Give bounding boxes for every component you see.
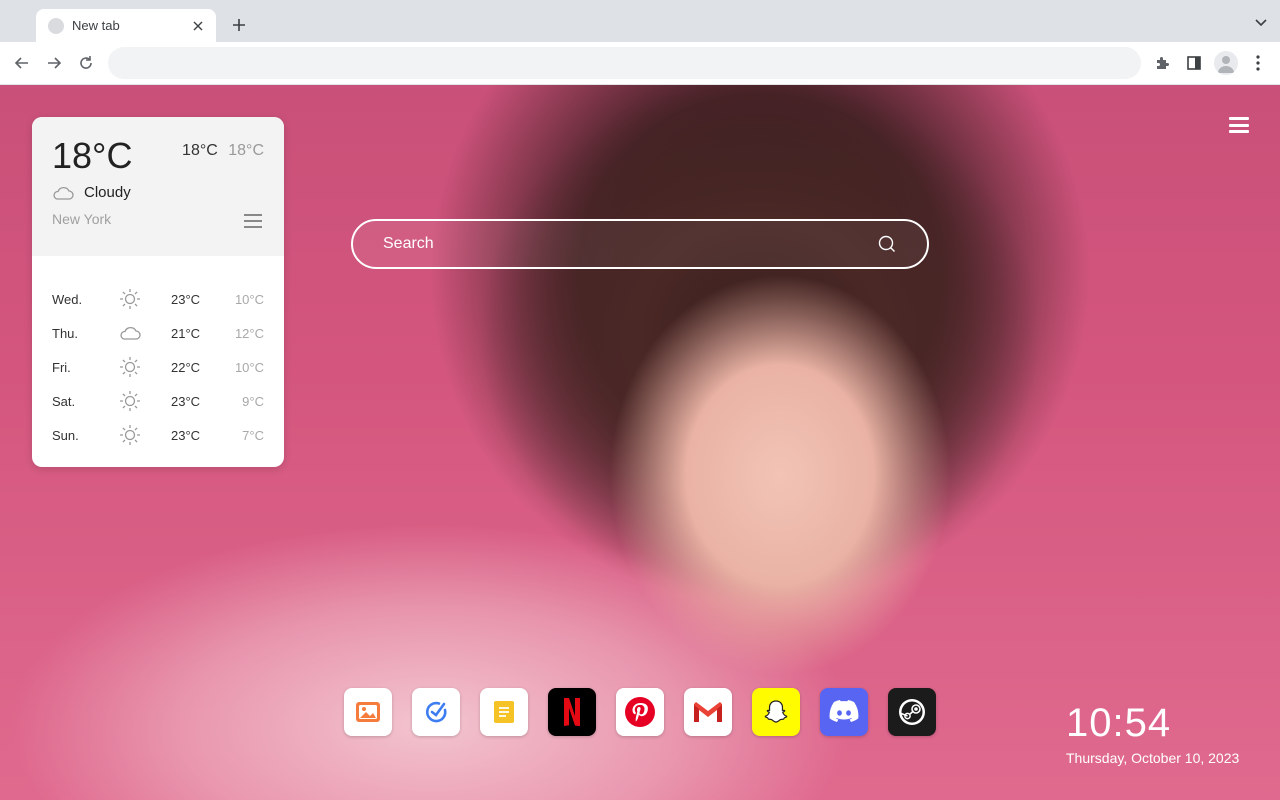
weather-city: New York <box>52 211 112 227</box>
forecast-row: Fri. 22°C 10°C <box>32 350 284 384</box>
back-arrow-icon[interactable] <box>11 52 33 74</box>
forecast-high: 22°C <box>171 359 201 375</box>
side-panel-icon[interactable] <box>1183 52 1205 74</box>
snapchat-icon[interactable] <box>752 688 800 736</box>
sun-icon <box>118 355 142 379</box>
weather-widget: 18°C 18°C 18°C Cloudy New York Wed. 23°C… <box>32 117 284 467</box>
app-dock <box>344 688 936 736</box>
tab-close-icon[interactable] <box>190 18 206 34</box>
gmail-icon[interactable] <box>684 688 732 736</box>
current-temperature: 18°C <box>52 135 133 176</box>
condition-label: Cloudy <box>84 184 131 201</box>
forecast-high: 23°C <box>171 427 201 443</box>
forecast-high: 21°C <box>171 325 201 341</box>
forward-arrow-icon[interactable] <box>43 52 65 74</box>
browser-toolbar <box>0 42 1280 85</box>
forecast-day: Sat. <box>52 393 76 409</box>
forecast-row: Thu. 21°C 12°C <box>32 316 284 350</box>
forecast-low: 12°C <box>234 325 264 341</box>
tab-strip: New tab <box>0 0 1280 42</box>
task-check-icon[interactable] <box>412 688 460 736</box>
forecast-low: 9°C <box>242 393 264 409</box>
forecast-day: Thu. <box>52 325 79 341</box>
steam-icon[interactable] <box>888 688 936 736</box>
tab-title: New tab <box>72 18 120 33</box>
cloud-icon <box>118 321 142 345</box>
weather-current: 18°C 18°C 18°C Cloudy New York <box>32 117 284 256</box>
forecast-low: 7°C <box>242 427 264 443</box>
search-box <box>351 219 929 269</box>
pinterest-icon[interactable] <box>616 688 664 736</box>
forecast-row: Wed. 23°C 10°C <box>32 282 284 316</box>
new-tab-icon[interactable] <box>228 14 250 36</box>
weather-menu-icon[interactable] <box>244 213 262 229</box>
photos-icon[interactable] <box>344 688 392 736</box>
search-input[interactable] <box>383 235 877 253</box>
profile-avatar-icon[interactable] <box>1214 51 1238 75</box>
sun-icon <box>118 423 142 447</box>
clock-time: 10:54 <box>1066 701 1172 745</box>
forecast-row: Sat. 23°C 9°C <box>32 384 284 418</box>
reload-icon[interactable] <box>75 52 97 74</box>
forecast-low: 10°C <box>234 291 264 307</box>
chevron-down-icon[interactable] <box>1252 14 1270 32</box>
forecast-low: 10°C <box>234 359 264 375</box>
today-low: 18°C <box>228 142 264 159</box>
search-icon[interactable] <box>877 234 897 254</box>
clock-widget: 10:54 Thursday, October 10, 2023 <box>1066 700 1239 766</box>
tab-new-tab[interactable]: New tab <box>36 9 216 42</box>
forecast-day: Wed. <box>52 291 83 307</box>
address-bar[interactable] <box>108 47 1141 79</box>
sun-icon <box>118 389 142 413</box>
forecast-day: Fri. <box>52 359 71 375</box>
tab-favicon-icon <box>48 17 64 34</box>
extensions-puzzle-icon[interactable] <box>1151 52 1173 74</box>
weather-condition: Cloudy <box>52 184 131 201</box>
notes-icon[interactable] <box>480 688 528 736</box>
netflix-icon[interactable] <box>548 688 596 736</box>
sun-icon <box>118 287 142 311</box>
forecast-high: 23°C <box>171 393 201 409</box>
forecast-high: 23°C <box>171 291 201 307</box>
discord-icon[interactable] <box>820 688 868 736</box>
more-vert-icon[interactable] <box>1247 52 1269 74</box>
forecast-day: Sun. <box>52 427 79 443</box>
today-high: 18°C <box>182 142 218 159</box>
forecast-row: Sun. 23°C 7°C <box>32 418 284 452</box>
cloud-icon <box>53 186 74 200</box>
forecast-list: Wed. 23°C 10°C Thu. 21°C 12°C Fri. 22°C … <box>32 256 284 452</box>
clock-date: Thursday, October 10, 2023 <box>1066 750 1240 766</box>
today-high-low: 18°C 18°C <box>182 142 264 160</box>
settings-menu-icon[interactable] <box>1228 115 1250 135</box>
